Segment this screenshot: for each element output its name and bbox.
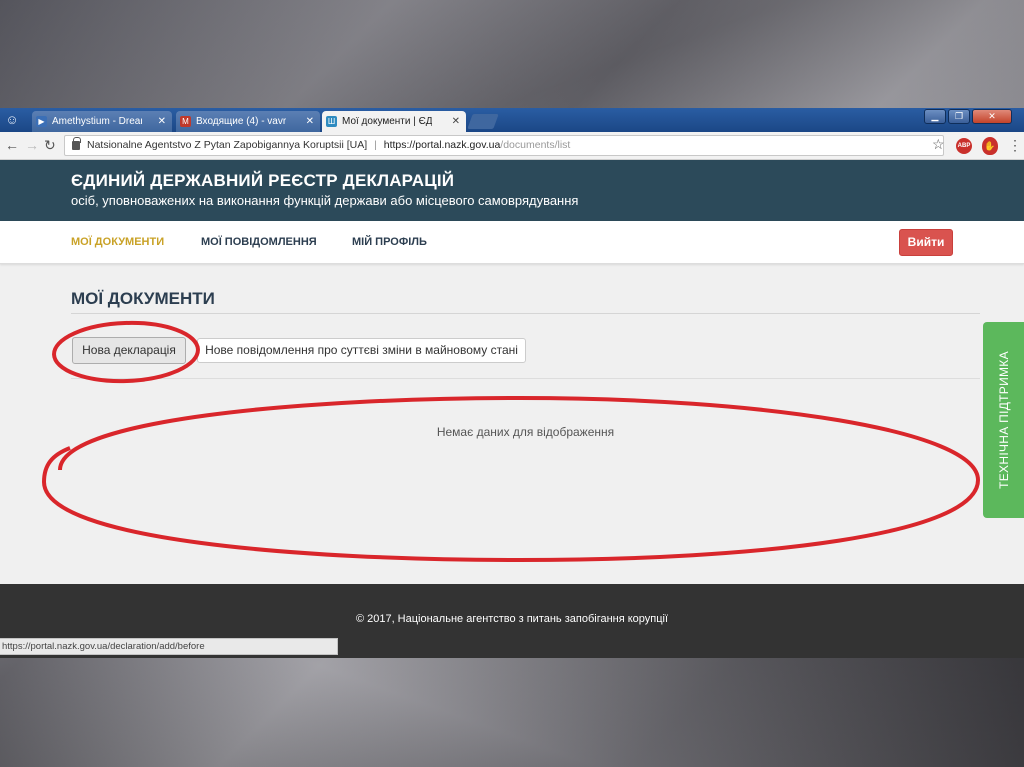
tab-gmail[interactable]: M Входящие (4) - vavriychu ✕	[176, 111, 320, 132]
web-page: ЄДИНИЙ ДЕРЖАВНИЙ РЕЄСТР ДЕКЛАРАЦІЙ осіб,…	[0, 160, 1024, 658]
site-subtitle: осіб, уповноважених на виконання функцій…	[71, 193, 579, 208]
page-title: МОЇ ДОКУМЕНТИ	[71, 289, 215, 308]
main-navbar: МОЇ ДОКУМЕНТИ МОЇ ПОВІДОМЛЕННЯ МІЙ ПРОФІ…	[0, 221, 1024, 264]
title-divider	[71, 313, 980, 314]
empty-state-message: Немає даних для відображення	[436, 425, 615, 439]
new-tab-button[interactable]	[467, 114, 499, 129]
window-close-icon[interactable]: ✕	[972, 109, 1012, 124]
bookmark-star-icon[interactable]: ☆	[932, 136, 945, 153]
site-header: ЄДИНИЙ ДЕРЖАВНИЙ РЕЄСТР ДЕКЛАРАЦІЙ осіб,…	[0, 160, 1024, 221]
gmail-favicon-icon: M	[180, 116, 191, 127]
tab-strip: ☺ ▶ Amethystium - Dream ✕ M Входящие (4)…	[0, 108, 1024, 132]
actions-divider	[71, 378, 980, 379]
nav-my-documents[interactable]: МОЇ ДОКУМЕНТИ	[71, 236, 164, 248]
tab-title: Amethystium - Dream	[52, 116, 142, 127]
tab-title: Входящие (4) - vavriychu	[196, 116, 286, 127]
lock-icon	[72, 137, 81, 150]
url-separator: |	[374, 139, 377, 151]
url-host: https://portal.nazk.gov.ua	[383, 139, 501, 151]
url-path: /documents/list	[500, 139, 571, 151]
url-input[interactable]: Natsionalne Agentstvo Z Pytan Zapobigann…	[64, 135, 944, 156]
minimize-icon[interactable]: ▁	[924, 109, 946, 124]
slide-background-top	[0, 0, 1024, 108]
new-declaration-button[interactable]: Нова декларація	[72, 337, 186, 364]
site-identity: Natsionalne Agentstvo Z Pytan Zapobigann…	[87, 139, 368, 151]
address-bar: ← → ↻ Natsionalne Agentstvo Z Pytan Zapo…	[0, 132, 1024, 160]
reload-icon[interactable]: ↻	[44, 137, 56, 154]
footer-copyright: © 2017, Національне агентство з питань з…	[355, 613, 669, 625]
slide-background-bottom	[0, 656, 1024, 767]
nav-my-messages[interactable]: МОЇ ПОВІДОМЛЕННЯ	[201, 236, 317, 248]
tech-support-tab[interactable]: ТЕХНІЧНА ПІДТРИМКА	[983, 322, 1024, 518]
forward-arrow-icon[interactable]: →	[25, 137, 39, 153]
browser-window: ☺ ▶ Amethystium - Dream ✕ M Входящие (4)…	[0, 108, 1024, 658]
back-arrow-icon[interactable]: ←	[5, 137, 19, 153]
trident-favicon-icon: Ш	[326, 116, 337, 127]
play-favicon-icon: ▶	[36, 116, 47, 127]
maximize-icon[interactable]: ❐	[948, 109, 970, 124]
shield-extension-icon[interactable]: ✋	[982, 137, 998, 155]
window-controls: ▁ ❐ ✕	[924, 109, 1012, 124]
nav-my-profile[interactable]: МІЙ ПРОФІЛЬ	[352, 236, 427, 248]
profile-owl-icon[interactable]: ☺	[2, 111, 22, 129]
tab-close-icon[interactable]: ✕	[306, 111, 314, 132]
adblock-extension-icon[interactable]: ABP	[956, 138, 972, 154]
tab-amethystium[interactable]: ▶ Amethystium - Dream ✕	[32, 111, 172, 132]
tab-close-icon[interactable]: ✕	[452, 111, 460, 132]
tab-title: Мої документи | ЄДИН	[342, 116, 432, 127]
tab-close-icon[interactable]: ✕	[158, 111, 166, 132]
site-title: ЄДИНИЙ ДЕРЖАВНИЙ РЕЄСТР ДЕКЛАРАЦІЙ	[71, 171, 455, 190]
logout-button[interactable]: Вийти	[899, 229, 953, 256]
status-bar-url: https://portal.nazk.gov.ua/declaration/a…	[0, 638, 338, 655]
tech-support-label: ТЕХНІЧНА ПІДТРИМКА	[996, 351, 1011, 489]
browser-menu-icon[interactable]: ⋮	[1008, 138, 1022, 152]
new-notice-button[interactable]: Нове повідомлення про суттєві зміни в ма…	[197, 338, 526, 363]
tab-my-documents[interactable]: Ш Мої документи | ЄДИН ✕	[322, 111, 466, 132]
